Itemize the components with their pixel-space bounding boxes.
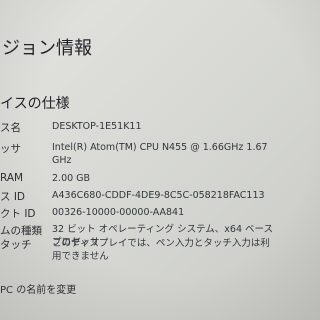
section-title-device-specs: イスの仕様 (0, 96, 70, 112)
spec-label: RAM (0, 172, 24, 184)
spec-value[interactable]: このディスプレイでは、ペン入力とタッチ入力は利用できません (52, 237, 278, 263)
page-title: ジョン情報 (2, 38, 92, 59)
rename-pc-button[interactable]: PC の名前を変更 (0, 281, 76, 296)
spec-label: タッチ (0, 239, 32, 251)
spec-label: ス ID (0, 191, 26, 203)
spec-label: ムの種類 (0, 225, 42, 237)
spec-label: クト ID (0, 208, 36, 220)
settings-about-panel: ジョン情報 イスの仕様 ス名 DESKTOP-1E51K11 ッサ Intel(… (0, 0, 320, 320)
spec-label: ス名 (0, 122, 21, 134)
spec-value[interactable]: DESKTOP-1E51K11 (52, 120, 278, 133)
spec-value[interactable]: 2.00 GB (52, 172, 278, 185)
spec-value[interactable]: Intel(R) Atom(TM) CPU N455 @ 1.66GHz 1.6… (52, 141, 278, 167)
spec-label: ッサ (0, 143, 21, 155)
spec-value[interactable]: A436C680-CDDF-4DE9-8C5C-058218FAC113 (52, 189, 278, 202)
spec-value[interactable]: 00326-10000-00000-AA841 (52, 206, 278, 219)
